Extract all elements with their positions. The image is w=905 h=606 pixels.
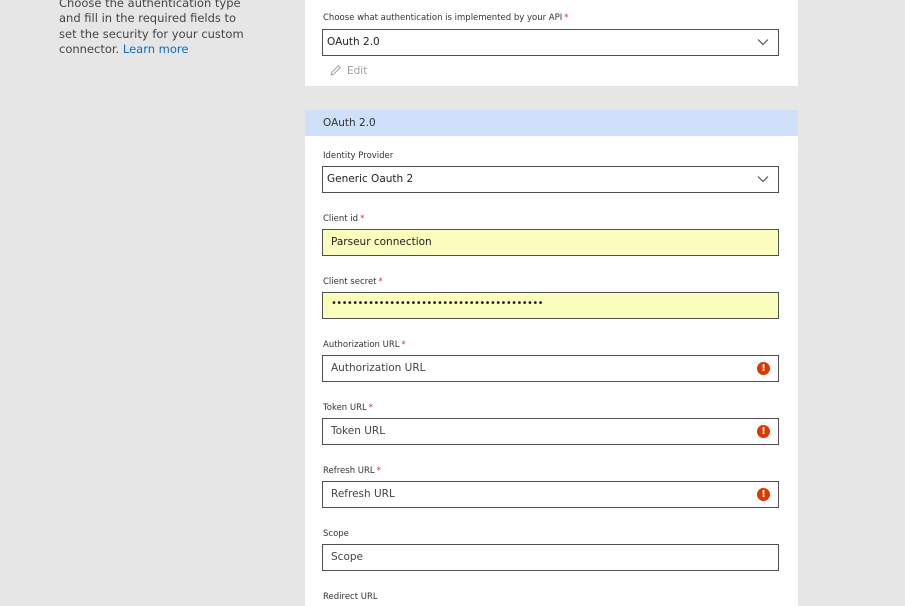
required-mark: * <box>401 340 406 350</box>
authorization-url-label-text: Authorization URL <box>323 340 400 350</box>
oauth-section-header[interactable]: OAuth 2.0 <box>305 110 798 136</box>
token-url-placeholder: Token URL <box>331 425 386 437</box>
pencil-icon <box>330 65 341 76</box>
client-secret-value: •••••••••••••••••••••••••••••••••••••••• <box>331 298 544 309</box>
error-icon: ! <box>757 362 770 375</box>
page: Choose the authentication type and fill … <box>0 0 905 606</box>
auth-type-label-text: Choose what authentication is implemente… <box>323 13 563 23</box>
identity-provider-label: Identity Provider <box>323 151 393 161</box>
auth-type-dropdown[interactable]: OAuth 2.0 <box>322 29 779 56</box>
client-id-label: Client id * <box>323 214 364 224</box>
oauth-section-title: OAuth 2.0 <box>323 117 376 129</box>
refresh-url-input[interactable]: Refresh URL ! <box>322 481 779 508</box>
token-url-input[interactable]: Token URL ! <box>322 418 779 445</box>
client-id-label-text: Client id <box>323 214 359 224</box>
scope-placeholder: Scope <box>331 551 363 563</box>
required-mark: * <box>360 214 365 224</box>
scope-label: Scope <box>323 529 349 539</box>
authorization-url-placeholder: Authorization URL <box>331 362 426 374</box>
authorization-url-input[interactable]: Authorization URL ! <box>322 355 779 382</box>
refresh-url-placeholder: Refresh URL <box>331 488 395 500</box>
auth-type-value: OAuth 2.0 <box>327 36 380 48</box>
client-id-input[interactable]: Parseur connection <box>322 229 779 256</box>
edit-label: Edit <box>347 64 368 77</box>
error-icon: ! <box>757 425 770 438</box>
learn-more-link[interactable]: Learn more <box>123 42 189 56</box>
required-mark: * <box>564 13 569 23</box>
refresh-url-label-text: Refresh URL <box>323 466 375 476</box>
client-id-value: Parseur connection <box>331 236 432 248</box>
chevron-down-icon <box>757 176 769 183</box>
identity-provider-value: Generic Oauth 2 <box>327 173 414 185</box>
required-mark: * <box>368 403 373 413</box>
edit-button[interactable]: Edit <box>329 64 367 77</box>
auth-description: Choose the authentication type and fill … <box>59 0 249 57</box>
redirect-url-label: Redirect URL <box>323 592 378 602</box>
token-url-label-text: Token URL <box>323 403 367 413</box>
scope-label-text: Scope <box>323 529 349 539</box>
required-mark: * <box>378 277 383 287</box>
client-secret-label: Client secret * <box>323 277 383 287</box>
required-mark: * <box>376 466 381 476</box>
auth-type-panel: Choose what authentication is implemente… <box>305 0 798 86</box>
identity-provider-dropdown[interactable]: Generic Oauth 2 <box>322 166 779 193</box>
auth-type-label: Choose what authentication is implemente… <box>323 13 568 23</box>
chevron-down-icon <box>757 39 769 46</box>
token-url-label: Token URL * <box>323 403 373 413</box>
refresh-url-label: Refresh URL * <box>323 466 381 476</box>
redirect-url-label-text: Redirect URL <box>323 592 378 602</box>
scope-input[interactable]: Scope <box>322 544 779 571</box>
oauth-panel: OAuth 2.0 Identity Provider Generic Oaut… <box>305 110 798 606</box>
authorization-url-label: Authorization URL * <box>323 340 406 350</box>
identity-provider-label-text: Identity Provider <box>323 151 394 161</box>
error-icon: ! <box>757 488 770 501</box>
client-secret-input[interactable]: •••••••••••••••••••••••••••••••••••••••• <box>322 292 779 319</box>
client-secret-label-text: Client secret <box>323 277 377 287</box>
